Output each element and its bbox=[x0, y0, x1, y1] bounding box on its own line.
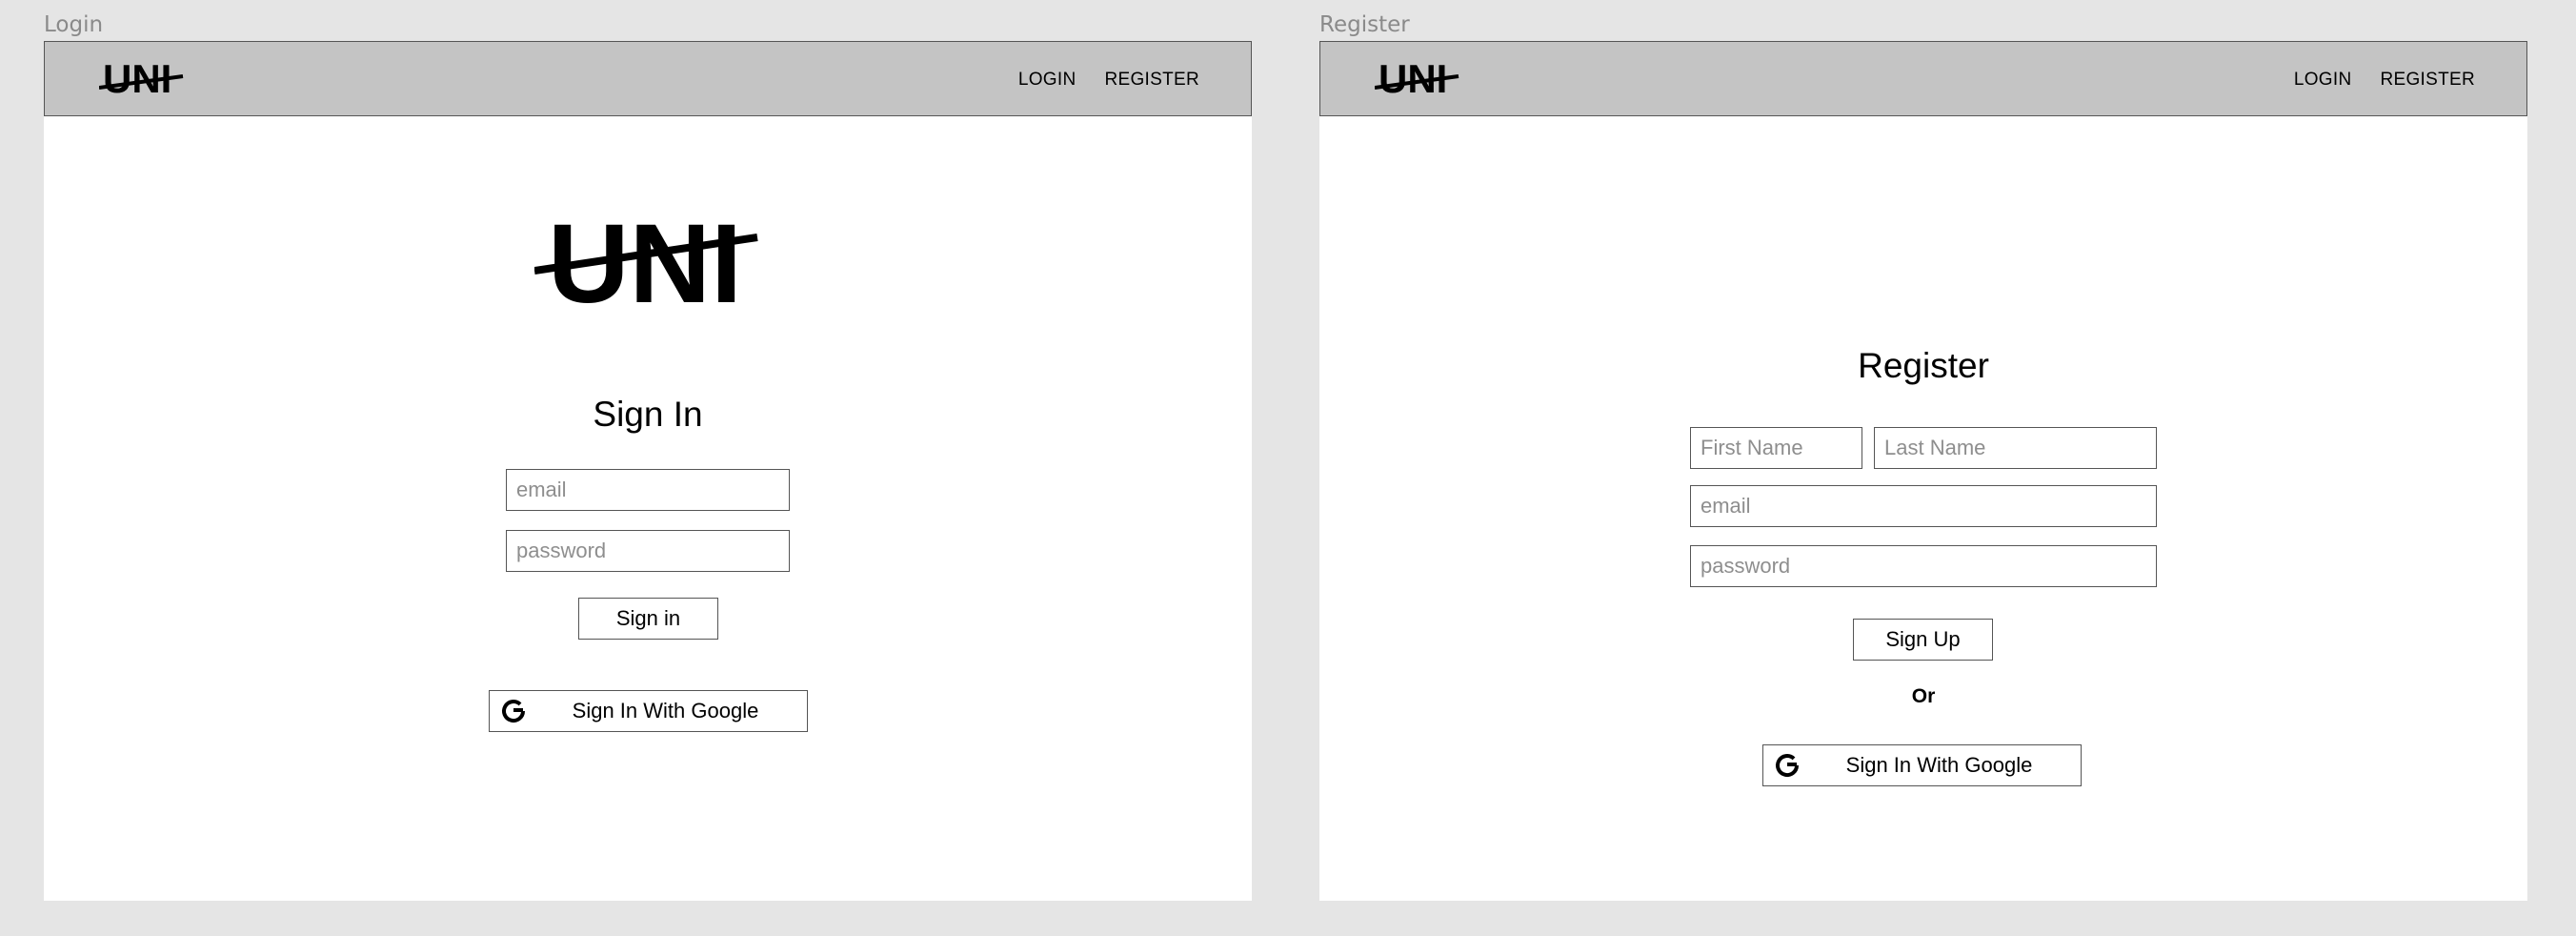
page-title: Register bbox=[1858, 346, 1989, 385]
sign-up-button[interactable]: Sign Up bbox=[1853, 619, 1993, 661]
page-title: Sign In bbox=[593, 395, 703, 434]
nav-logo[interactable]: UNI bbox=[1375, 58, 1460, 96]
uni-logo: UNI bbox=[534, 211, 758, 308]
nav-login-link[interactable]: LOGIN bbox=[2294, 70, 2352, 91]
login-frame: UNI LOGIN REGISTER UNI Sign In Sign in S… bbox=[44, 41, 1252, 901]
svg-text:UNI: UNI bbox=[548, 211, 742, 308]
svg-text:UNI: UNI bbox=[103, 58, 171, 96]
last-name-input[interactable] bbox=[1874, 427, 2157, 469]
register-frame: UNI LOGIN REGISTER Register Sign Up Or S… bbox=[1319, 41, 2527, 901]
nav-login-link[interactable]: LOGIN bbox=[1018, 70, 1077, 91]
password-input[interactable] bbox=[506, 530, 790, 572]
email-input[interactable] bbox=[506, 469, 790, 511]
nav-register-link[interactable]: REGISTER bbox=[2380, 70, 2475, 91]
register-navbar: UNI LOGIN REGISTER bbox=[1319, 41, 2527, 116]
google-sign-in-label: Sign In With Google bbox=[1845, 753, 2033, 777]
or-divider: Or bbox=[1911, 685, 1936, 707]
sign-in-button[interactable]: Sign in bbox=[578, 598, 718, 640]
svg-text:UNI: UNI bbox=[1379, 58, 1447, 96]
login-navbar: UNI LOGIN REGISTER bbox=[44, 41, 1252, 116]
nav-logo[interactable]: UNI bbox=[99, 58, 185, 96]
first-name-input[interactable] bbox=[1690, 427, 1862, 469]
email-input[interactable] bbox=[1690, 485, 2157, 527]
google-sign-in-button[interactable]: Sign In With Google bbox=[489, 690, 808, 732]
google-sign-in-label: Sign In With Google bbox=[572, 699, 759, 722]
login-frame-label: Login bbox=[44, 12, 104, 37]
google-sign-in-button[interactable]: Sign In With Google bbox=[1762, 744, 2082, 786]
password-input[interactable] bbox=[1690, 545, 2157, 587]
nav-register-link[interactable]: REGISTER bbox=[1104, 70, 1199, 91]
register-frame-label: Register bbox=[1319, 12, 1410, 37]
